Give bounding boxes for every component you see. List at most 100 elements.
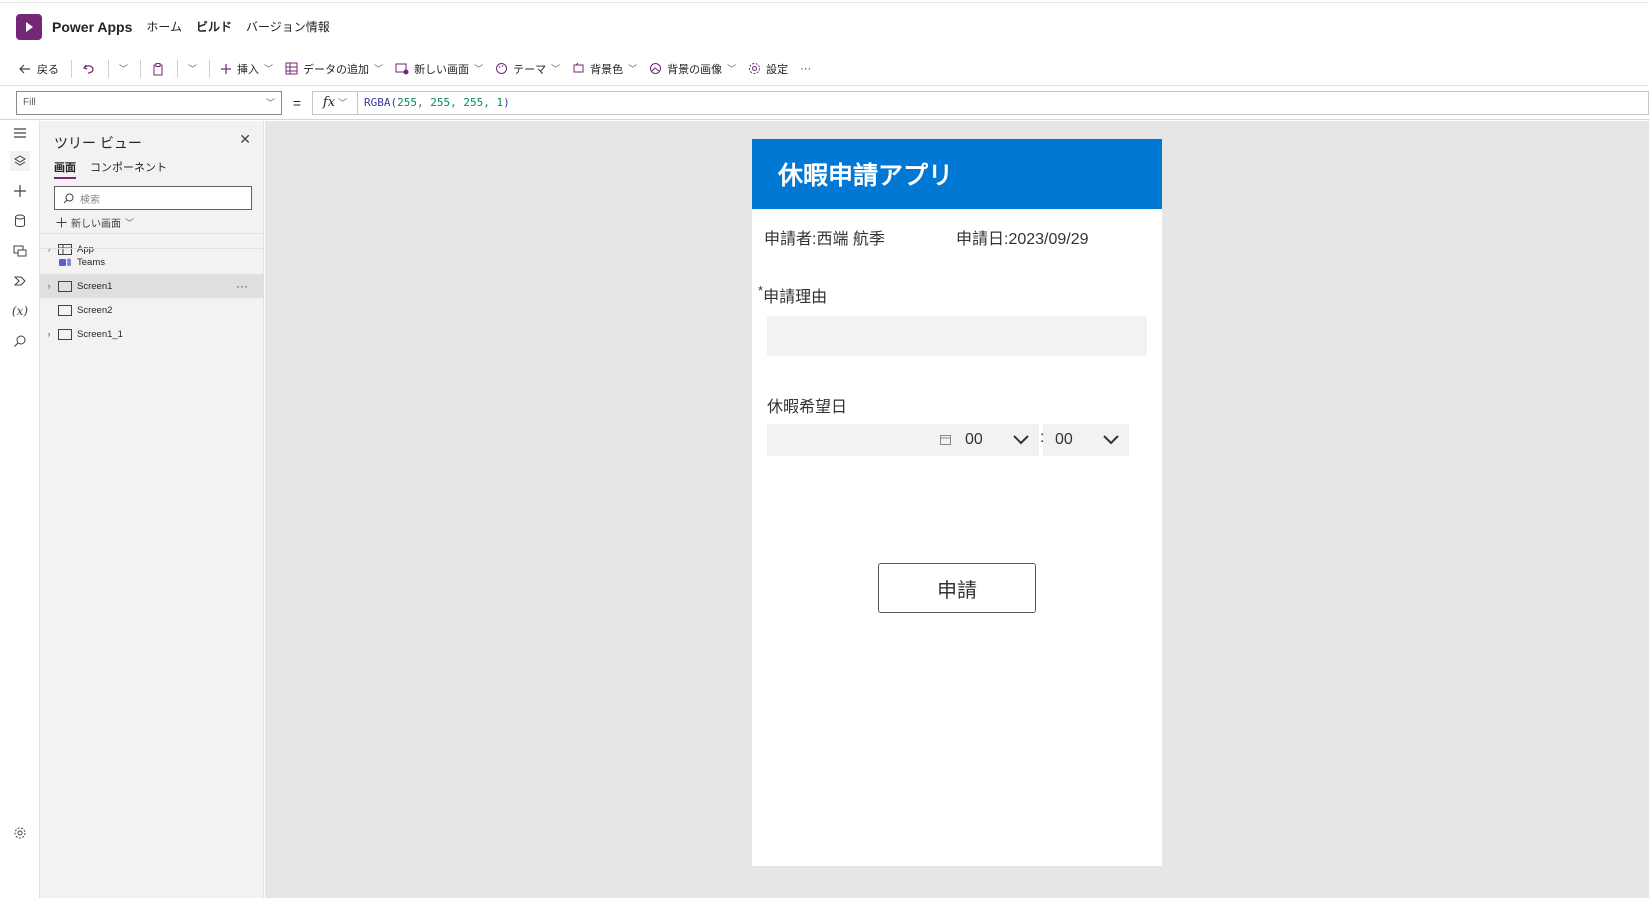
chevron-down-icon: ﹀: [188, 64, 198, 74]
power-apps-logo-icon: [16, 13, 42, 40]
teams-icon: [59, 258, 71, 266]
nav-home[interactable]: ホーム: [146, 18, 182, 35]
plus-icon[interactable]: [10, 181, 30, 201]
tree-item-screen1[interactable]: › Screen1 ···: [40, 274, 264, 298]
design-canvas: 休暇申請アプリ 申請者:西端 航季 申請日:2023/09/29 *申請理由 休…: [265, 121, 1649, 898]
divider: [177, 59, 179, 78]
new-screen-button[interactable]: 新しい画面 ﹀: [56, 215, 134, 230]
equals-sign: =: [292, 94, 302, 111]
application-date-label: 申請日:2023/09/29: [956, 231, 1089, 248]
hamburger-menu-icon[interactable]: [10, 123, 30, 143]
app-name: Power Apps: [52, 18, 133, 35]
screen-icon: [58, 328, 72, 340]
chevron-down-icon: [1013, 435, 1029, 445]
more-commands-button[interactable]: ···: [800, 63, 811, 75]
undo-icon: [83, 64, 94, 74]
add-data-button[interactable]: データの追加 ﹀: [285, 61, 383, 77]
search-icon[interactable]: [10, 331, 30, 351]
power-automate-icon[interactable]: [10, 271, 30, 291]
gear-icon: [749, 63, 761, 74]
back-button[interactable]: 戻る: [18, 61, 59, 77]
new-screen-button[interactable]: 新しい画面 ﹀: [395, 61, 483, 77]
bg-color-button[interactable]: 背景色 ﹀: [572, 61, 637, 77]
chevron-down-icon: ﹀: [125, 218, 135, 228]
new-screen-icon: [395, 63, 409, 75]
calendar-icon: [940, 435, 951, 445]
top-nav: ホーム ビルド バージョン情報: [146, 18, 329, 35]
divider: [40, 248, 264, 249]
hour-dropdown[interactable]: 00: [953, 424, 1039, 456]
tree-item-teams[interactable]: Teams: [40, 250, 264, 274]
settings-button[interactable]: 設定: [748, 61, 788, 77]
theme-button[interactable]: テーマ ﹀: [495, 61, 560, 77]
undo-button[interactable]: [82, 62, 96, 76]
minute-dropdown[interactable]: 00: [1043, 424, 1129, 456]
tree-view-title: ツリー ビュー: [54, 135, 142, 151]
chevron-down-icon: ﹀: [119, 64, 129, 74]
divider: [40, 233, 264, 234]
chevron-down-icon: ﹀: [727, 64, 737, 74]
divider: [140, 59, 142, 78]
arrow-left-icon: [19, 64, 30, 73]
formula-input[interactable]: RGBA(255, 255, 255, 1): [358, 90, 1649, 115]
top-bar: Power Apps ホーム ビルド バージョン情報: [0, 2, 1649, 50]
reason-input[interactable]: [767, 316, 1147, 356]
tree-search-input[interactable]: 検索: [54, 186, 252, 210]
property-dropdown[interactable]: Fill ﹀: [16, 90, 282, 115]
table-icon: [285, 62, 298, 75]
image-icon: [650, 63, 662, 74]
leave-date-picker[interactable]: [767, 424, 957, 456]
clipboard-icon: [153, 62, 163, 75]
tree-item-screen1-1[interactable]: › Screen1_1: [40, 322, 264, 346]
command-bar: 戻る ﹀ ﹀ 挿入 ﹀ データの追加 ﹀ 新しい画面 ﹀ テーマ ﹀ 背景色 ﹀…: [0, 52, 1649, 86]
app-header: 休暇申請アプリ: [752, 139, 1162, 209]
tree-view-panel: ツリー ビュー ✕ 画面 コンポーネント 検索 新しい画面 ﹀ › App Te…: [40, 121, 264, 898]
chevron-down-icon: [1103, 435, 1119, 445]
chevron-down-icon: ﹀: [338, 99, 348, 109]
chevron-right-icon[interactable]: ›: [40, 281, 58, 291]
chevron-down-icon: ﹀: [264, 64, 274, 74]
submit-button[interactable]: 申請: [878, 563, 1036, 613]
plus-icon: [221, 63, 232, 74]
plus-icon: [56, 217, 67, 228]
tab-components[interactable]: コンポーネント: [90, 159, 167, 179]
chevron-down-icon: ﹀: [551, 64, 561, 74]
database-icon[interactable]: [10, 211, 30, 231]
app-screen[interactable]: 休暇申請アプリ 申請者:西端 航季 申請日:2023/09/29 *申請理由 休…: [752, 139, 1162, 866]
reason-label: 申請理由: [763, 289, 828, 306]
formula-bar: Fill ﹀ = fx ﹀ RGBA(255, 255, 255, 1): [0, 86, 1649, 120]
insert-button[interactable]: 挿入 ﹀: [220, 61, 273, 77]
screen-icon: [58, 280, 72, 292]
media-icon[interactable]: [10, 241, 30, 261]
screen-icon: [58, 304, 72, 316]
fx-button[interactable]: fx ﹀: [312, 90, 358, 115]
chevron-down-icon: ﹀: [374, 64, 384, 74]
nav-build[interactable]: ビルド: [196, 18, 232, 35]
layers-icon[interactable]: [10, 151, 30, 171]
reason-label-container: *申請理由: [758, 283, 827, 307]
palette-icon: [496, 63, 508, 74]
left-rail: (x): [0, 121, 40, 898]
divider: [108, 59, 109, 78]
leave-date-label: 休暇希望日: [767, 399, 848, 416]
chevron-down-icon: ﹀: [474, 64, 484, 74]
close-icon[interactable]: ✕: [239, 131, 251, 148]
chevron-down-icon: ﹀: [628, 64, 638, 74]
divider: [71, 59, 72, 78]
paint-bucket-icon: [573, 62, 584, 73]
redo-dropdown[interactable]: ﹀: [119, 62, 128, 75]
gear-icon[interactable]: [10, 823, 30, 843]
applicant-label: 申請者:西端 航季: [764, 231, 885, 248]
tree-item-screen2[interactable]: Screen2: [40, 298, 264, 322]
search-icon: [63, 193, 74, 203]
tab-screens[interactable]: 画面: [54, 159, 76, 179]
variables-icon[interactable]: (x): [10, 301, 30, 321]
more-options-icon[interactable]: ···: [236, 279, 248, 293]
paste-button[interactable]: [151, 62, 165, 76]
nav-version-info[interactable]: バージョン情報: [246, 18, 330, 35]
paste-dropdown[interactable]: ﹀: [188, 62, 197, 75]
chevron-right-icon[interactable]: ›: [40, 329, 58, 339]
tree-tabs: 画面 コンポーネント: [54, 159, 167, 179]
bg-image-button[interactable]: 背景の画像 ﹀: [649, 61, 736, 77]
chevron-down-icon: ﹀: [265, 98, 275, 108]
